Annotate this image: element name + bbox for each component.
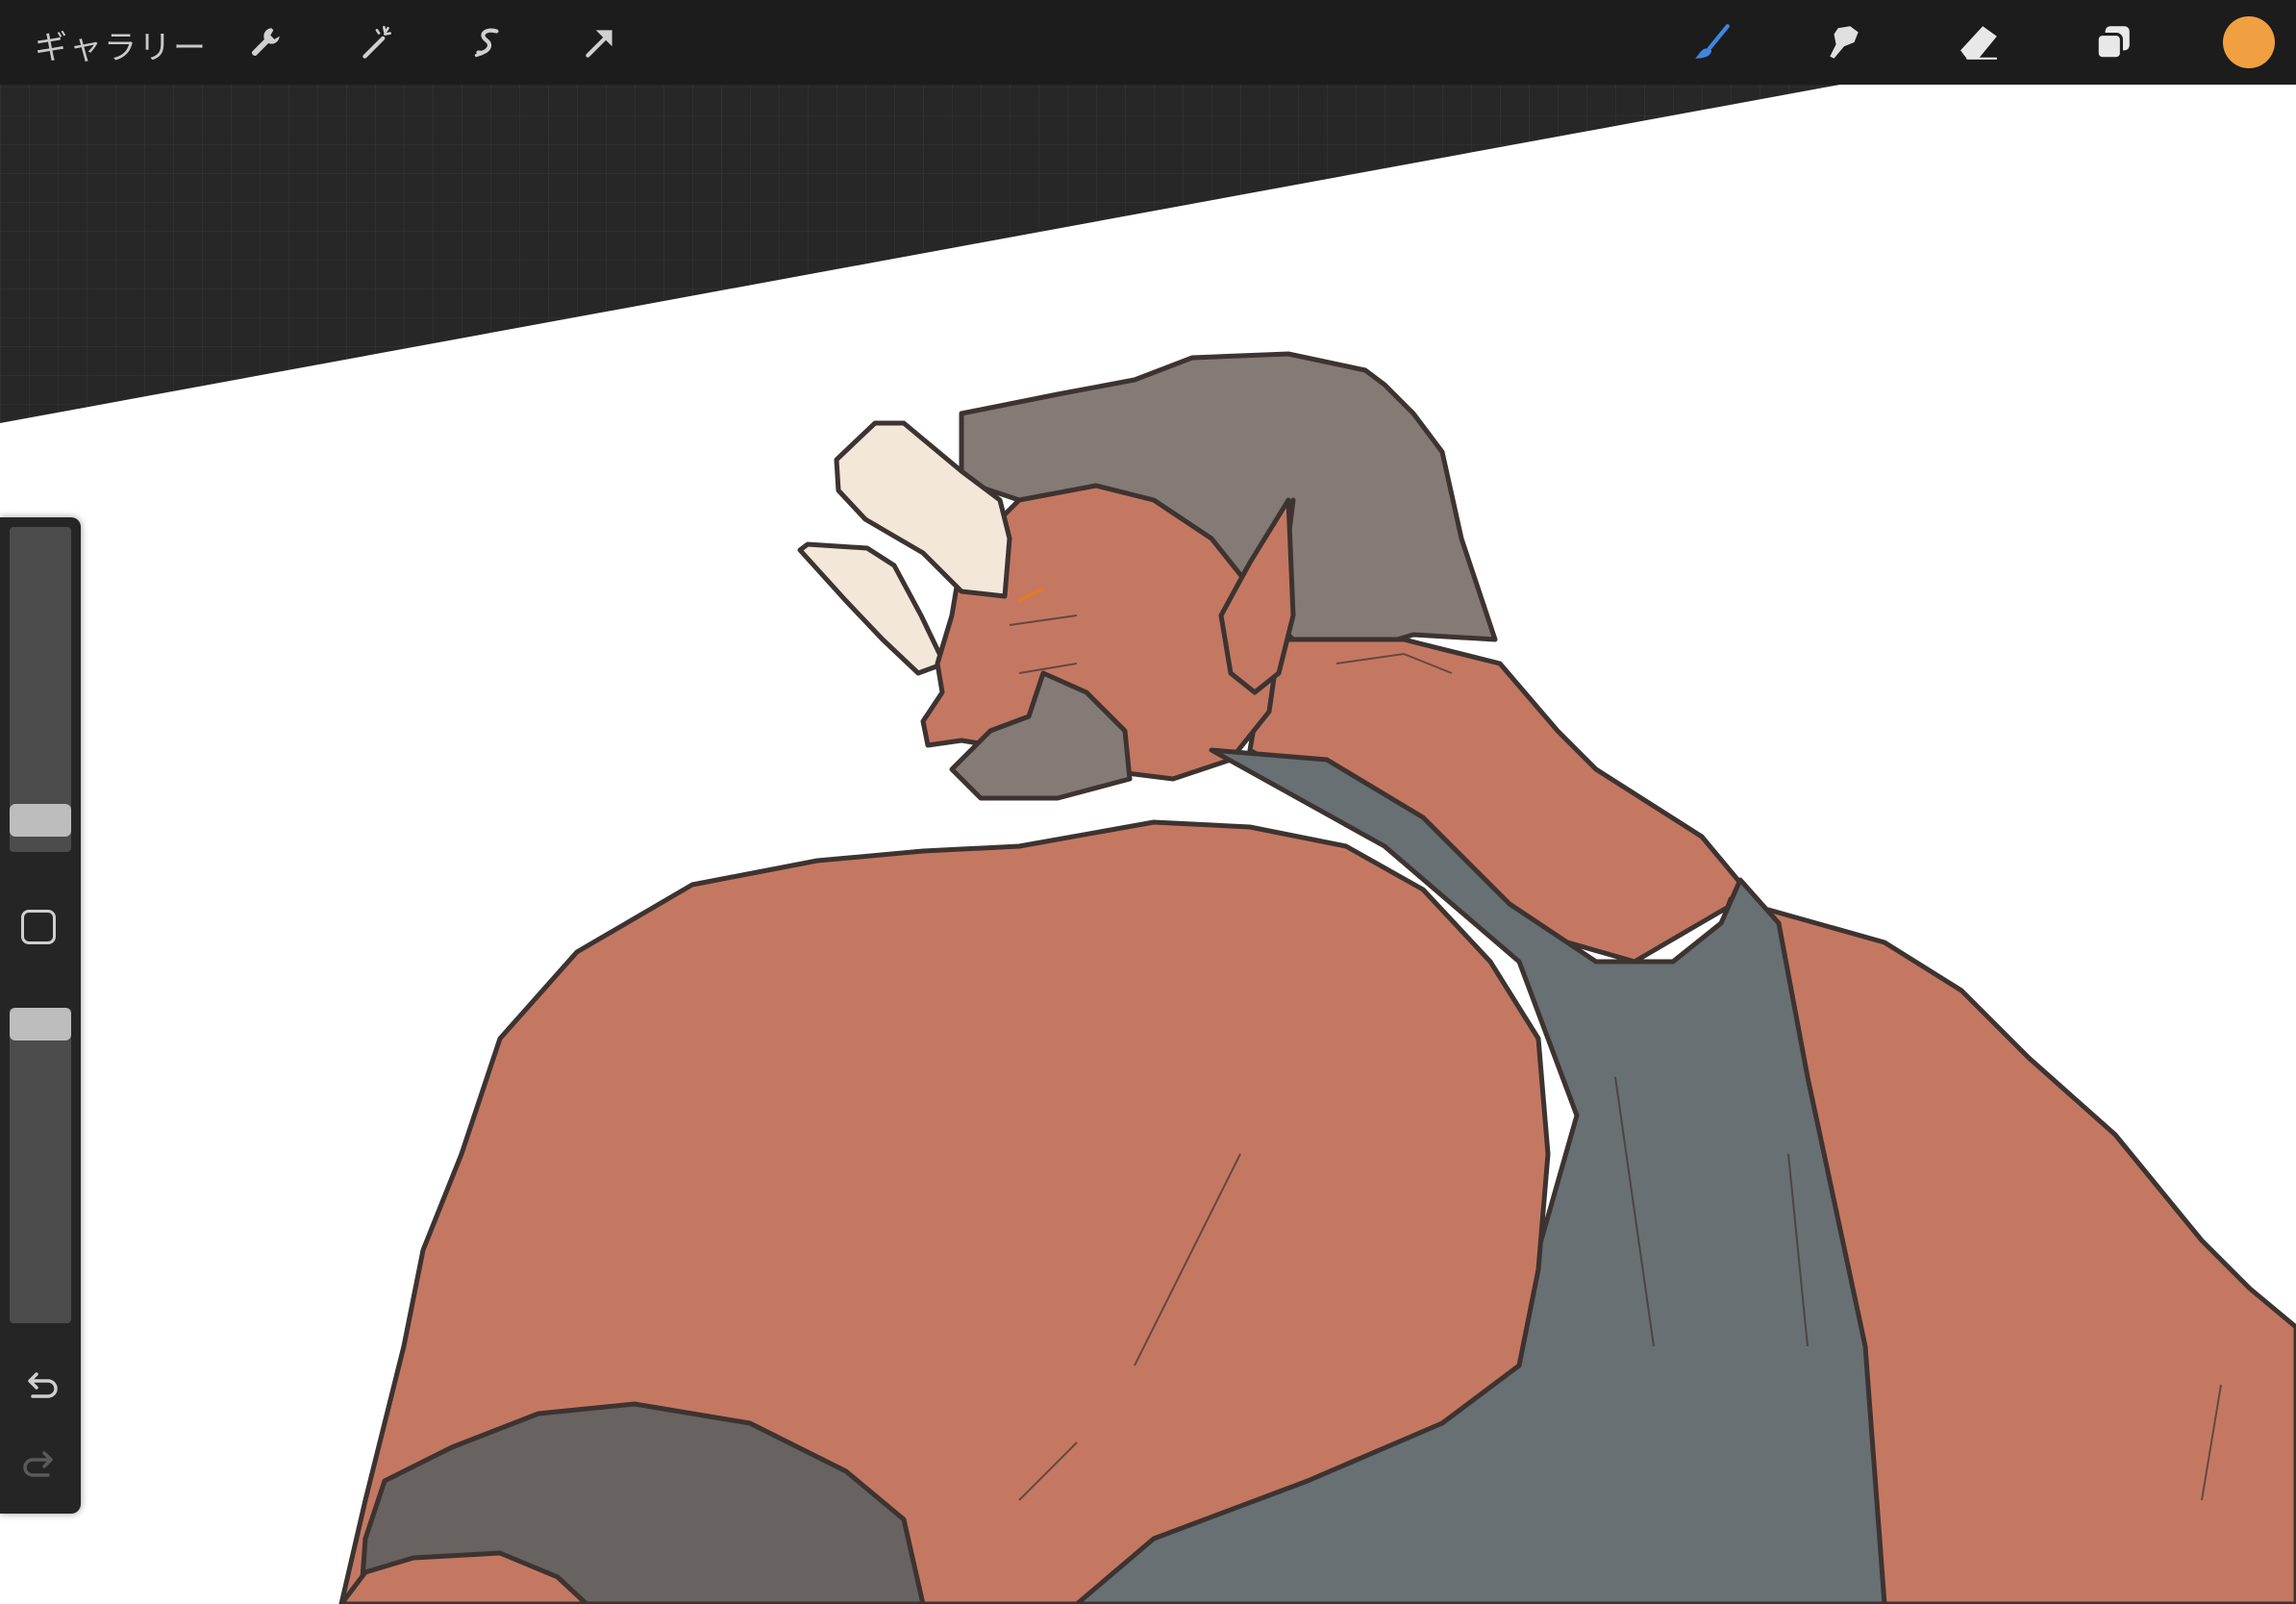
brush-size-slider[interactable] [10,527,71,852]
wrench-icon [252,28,280,56]
undo-button[interactable] [19,1364,62,1406]
brush-opacity-slider[interactable] [10,1008,71,1323]
transform-button[interactable] [571,13,629,71]
layers-button[interactable] [2084,13,2142,71]
gallery-button[interactable]: ギャラリー [35,21,208,68]
actions-button[interactable] [237,13,294,71]
magic-wand-icon [362,25,391,59]
brush-opacity-thumb[interactable] [10,1008,71,1040]
selection-button[interactable] [460,13,517,71]
eraser-tool-button[interactable] [1950,13,2008,71]
eraser-icon [1960,26,1997,60]
smudge-icon [1830,26,1859,59]
layers-icon [2095,26,2130,61]
adjustments-button[interactable] [348,13,406,71]
brush-size-thumb[interactable] [10,804,71,837]
undo-icon [28,1372,58,1398]
brush-icon [1695,24,1730,59]
top-toolbar: ギャラリー [0,0,2296,85]
selection-icon [474,28,499,58]
smudge-tool-button[interactable] [1815,13,1873,71]
brush-tool-button[interactable] [1683,13,1740,71]
redo-button[interactable] [19,1442,62,1485]
redo-icon [23,1451,53,1477]
left-sidebar [0,517,81,1514]
drawing-canvas[interactable] [0,0,2296,1604]
transform-arrow-icon [586,30,612,58]
color-picker-button[interactable] [2223,16,2275,68]
modify-button[interactable] [21,910,56,944]
